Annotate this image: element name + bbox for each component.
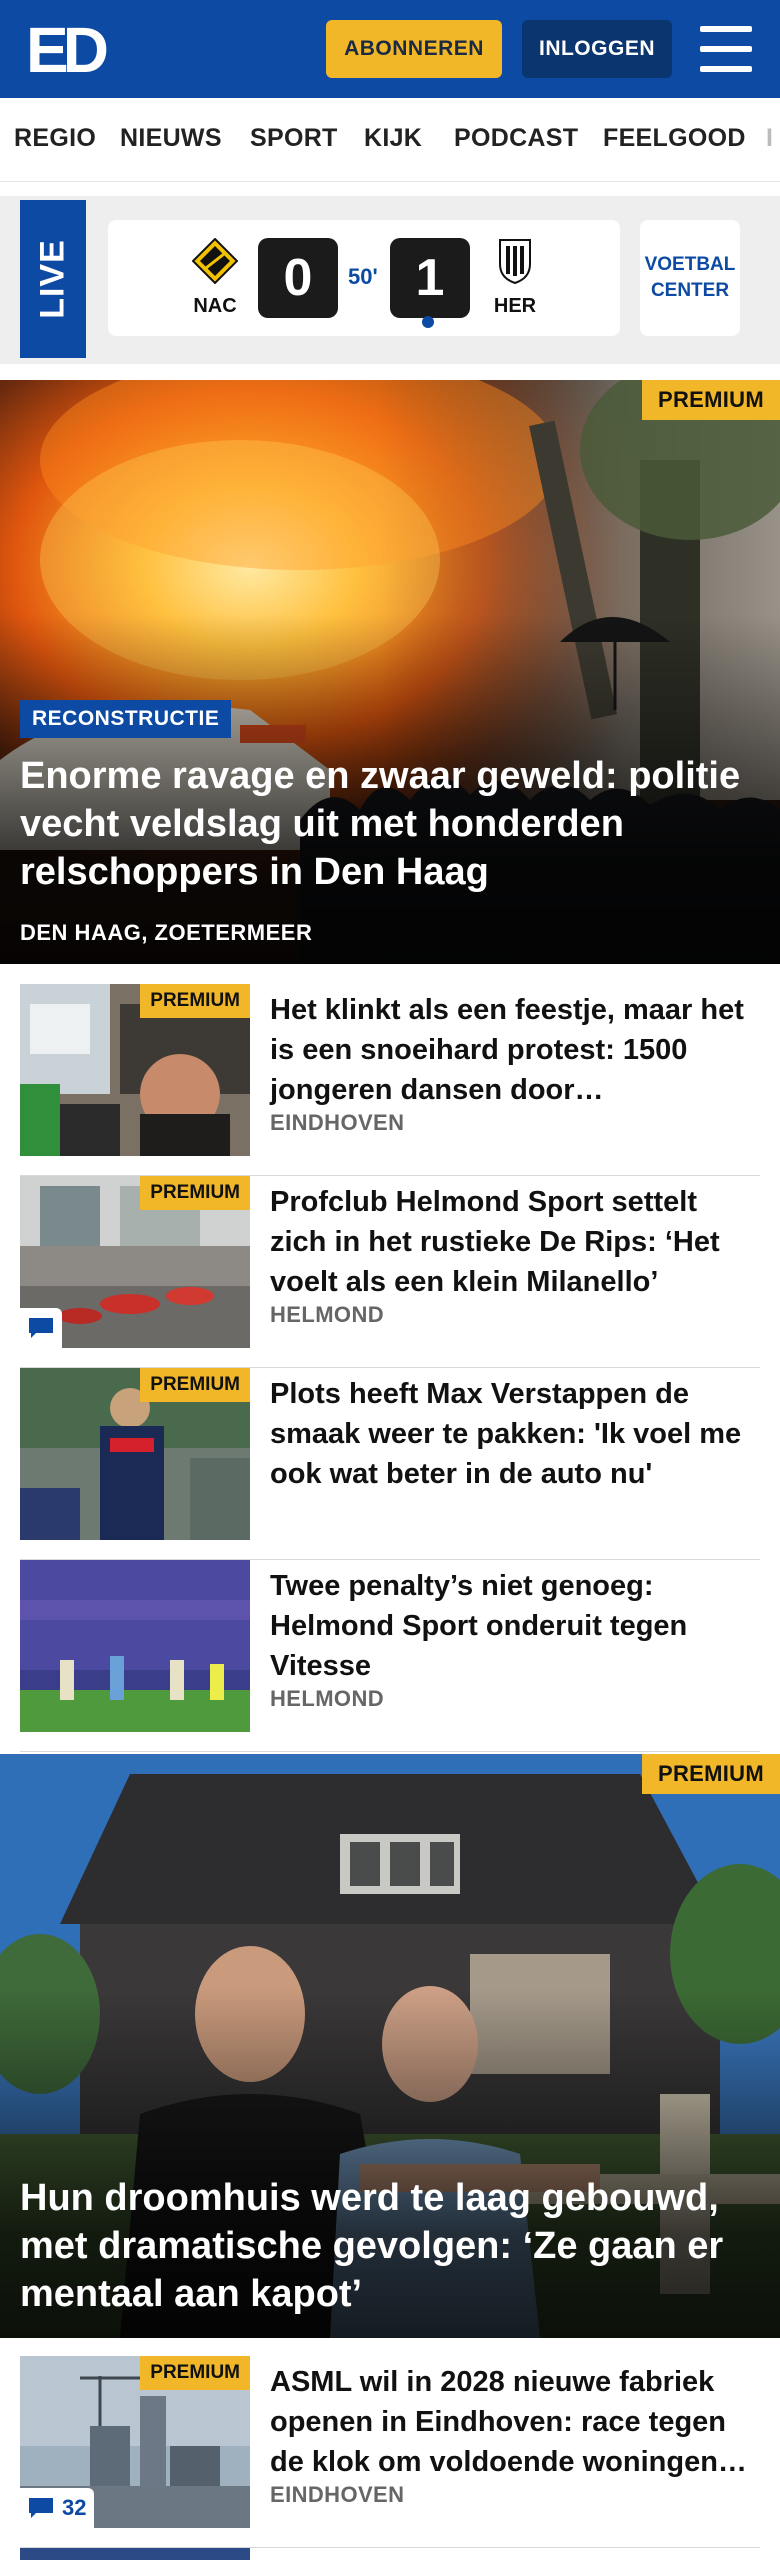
comment-count: 32 xyxy=(62,2495,87,2520)
live-tag[interactable]: LIVE xyxy=(20,200,86,358)
ed-logo[interactable]: ED xyxy=(26,18,116,80)
subscribe-button[interactable]: ABONNEREN xyxy=(326,20,502,78)
comment-icon xyxy=(29,1318,53,1338)
article-location: EINDHOVEN xyxy=(270,2482,405,2507)
premium-badge: PREMIUM xyxy=(140,1176,250,1210)
article-thumbnail: PREMIUM xyxy=(20,984,250,1156)
section-nav: REGIO NIEUWS SPORT KIJK PODCAST FEELGOOD… xyxy=(0,98,780,182)
vc-line2: CENTER xyxy=(650,280,730,301)
hero-location: DEN HAAG, ZOETERMEER xyxy=(20,920,313,945)
away-team-name: HER xyxy=(493,295,537,317)
match-minute: 50' xyxy=(348,264,378,289)
reconstructie-label: RECONSTRUCTIE xyxy=(20,700,232,738)
hero-article-dreamhouse[interactable]: PREMIUM Hun droomhuis werd te laag gebou… xyxy=(0,1754,780,2338)
match-card[interactable]: NAC 0 50' 1 HER xyxy=(108,220,620,336)
premium-badge: PREMIUM xyxy=(140,984,250,1018)
article-title[interactable]: Twee penalty’s niet genoeg: Helmond Spor… xyxy=(270,1566,750,1686)
article-title[interactable]: ASML wil in 2028 nieuwe fabriek openen i… xyxy=(270,2362,750,2482)
comment-badge[interactable]: 32 xyxy=(20,2488,95,2528)
article-thumbnail: PREMIUM xyxy=(20,1368,250,1540)
article-item[interactable]: PREMIUM Profclub Helmond Sport settelt z… xyxy=(20,1176,760,1368)
heracles-crest-icon xyxy=(499,239,531,285)
live-score-widget: LIVE NAC 0 50' 1 HER VOETBAL CENTER xyxy=(0,196,780,364)
article-item[interactable]: PREMIUM 32 ASML wil in 2028 nieuwe fabri… xyxy=(20,2356,760,2548)
vc-line1: VOETBAL xyxy=(644,254,736,275)
site-header: ED ABONNEREN INLOGGEN xyxy=(0,0,780,98)
score-change-indicator xyxy=(422,316,434,328)
nac-crest-icon xyxy=(191,237,239,285)
nav-item-nieuws[interactable]: NIEUWS xyxy=(120,124,222,153)
article-thumbnail: PREMIUM xyxy=(20,1176,250,1348)
article-title[interactable]: Het klinkt als een feestje, maar het is … xyxy=(270,990,750,1110)
nav-item-more[interactable]: I xyxy=(766,124,773,153)
comment-icon xyxy=(29,2498,53,2518)
article-thumbnail: PREMIUM 32 xyxy=(20,2356,250,2528)
article-item[interactable]: Twee penalty’s niet genoeg: Helmond Spor… xyxy=(20,1560,760,1752)
article-location: HELMOND xyxy=(270,1686,385,1711)
nav-item-feelgood[interactable]: FEELGOOD xyxy=(603,124,746,153)
premium-badge: PREMIUM xyxy=(642,1754,780,1794)
premium-badge: PREMIUM xyxy=(642,380,780,420)
home-team: NAC xyxy=(180,237,250,318)
home-team-name: NAC xyxy=(193,295,237,317)
nav-item-sport[interactable]: SPORT xyxy=(250,124,338,153)
article-title[interactable]: Plots heeft Max Verstappen de smaak weer… xyxy=(270,1374,750,1494)
hero-title[interactable]: Enorme ravage en zwaar geweld: politie v… xyxy=(20,752,760,896)
nav-item-podcast[interactable]: PODCAST xyxy=(454,124,578,153)
article-title[interactable]: Profclub Helmond Sport settelt zich in h… xyxy=(270,1182,750,1302)
away-score: 1 xyxy=(390,238,470,318)
article-thumbnail xyxy=(20,1560,250,1732)
away-team: HER xyxy=(480,238,550,318)
menu-icon[interactable] xyxy=(700,26,752,72)
login-button[interactable]: INLOGGEN xyxy=(522,20,672,78)
svg-text:ED: ED xyxy=(26,18,107,80)
nav-item-regio[interactable]: REGIO xyxy=(14,124,96,153)
article-location: HELMOND xyxy=(270,1302,385,1327)
article-location: EINDHOVEN xyxy=(270,1110,405,1135)
comment-badge[interactable] xyxy=(20,1308,62,1348)
home-score: 0 xyxy=(258,238,338,318)
hero-title[interactable]: Hun droomhuis werd te laag gebouwd, met … xyxy=(20,2174,760,2318)
hero-article-riots[interactable]: PREMIUM RECONSTRUCTIE Enorme ravage en z… xyxy=(0,380,780,964)
next-article-thumbnail xyxy=(20,2548,250,2560)
premium-badge: PREMIUM xyxy=(140,1368,250,1402)
voetbal-center-button[interactable]: VOETBAL CENTER xyxy=(640,220,740,336)
article-item[interactable]: PREMIUM Het klinkt als een feestje, maar… xyxy=(20,984,760,1176)
article-item[interactable]: PREMIUM Plots heeft Max Verstappen de sm… xyxy=(20,1368,760,1560)
football-photo xyxy=(20,1560,250,1732)
live-label: LIVE xyxy=(33,239,72,319)
premium-badge: PREMIUM xyxy=(140,2356,250,2390)
nav-item-kijk[interactable]: KIJK xyxy=(364,124,422,153)
